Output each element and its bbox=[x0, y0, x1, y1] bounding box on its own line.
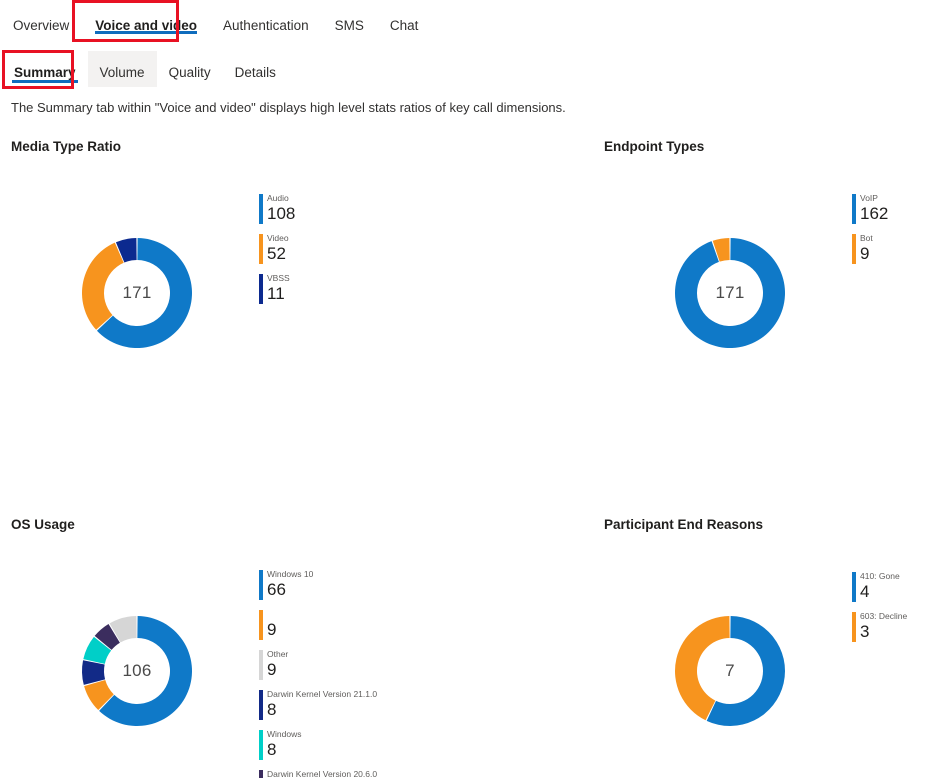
legend-swatch-icon bbox=[852, 194, 856, 224]
legend-item[interactable]: Darwin Kernel Version 21.1.0 8 bbox=[259, 689, 377, 720]
chart-panel-endpoint-types: Endpoint Types 171 VoIP 162 Bot 9 bbox=[604, 138, 936, 348]
legend-swatch-icon bbox=[259, 770, 263, 778]
chart-title-os-usage: OS Usage bbox=[11, 517, 75, 532]
legend-item[interactable]: Other 9 bbox=[259, 649, 377, 680]
legend-value: 9 bbox=[267, 660, 277, 679]
legend-value: 9 bbox=[860, 244, 870, 263]
tab-voice-and-video[interactable]: Voice and video bbox=[82, 0, 210, 42]
legend-swatch-icon bbox=[259, 194, 263, 224]
legend-value: 4 bbox=[860, 582, 870, 601]
legend-swatch-icon bbox=[852, 234, 856, 264]
legend-label: 603: Decline bbox=[860, 611, 908, 621]
legend-value: 108 bbox=[267, 204, 296, 223]
legend-swatch-icon bbox=[259, 610, 263, 640]
donut-svg bbox=[675, 238, 785, 348]
tab-authentication[interactable]: Authentication bbox=[210, 0, 322, 42]
donut-chart-media-type-ratio[interactable]: 171 bbox=[78, 234, 196, 352]
legend-value: 8 bbox=[267, 740, 277, 759]
chart-title-endpoint-types: Endpoint Types bbox=[604, 139, 705, 154]
legend-item[interactable]: Windows 10 66 bbox=[259, 569, 377, 600]
donut-chart-os-usage[interactable]: 106 bbox=[78, 612, 196, 730]
legend-swatch-icon bbox=[259, 650, 263, 680]
legend-label: Other bbox=[267, 649, 289, 659]
legend-item[interactable]: Video 52 bbox=[259, 233, 295, 264]
legend-label: Darwin Kernel Version 20.6.0 bbox=[267, 769, 378, 778]
legend-label: 410: Gone bbox=[860, 571, 900, 581]
tab-chat[interactable]: Chat bbox=[377, 0, 432, 42]
chart-legend-media-type-ratio: Audio 108 Video 52 VBSS 11 bbox=[259, 193, 295, 313]
legend-label: VoIP bbox=[860, 193, 878, 203]
legend-swatch-icon bbox=[259, 274, 263, 304]
legend-item[interactable]: Audio 108 bbox=[259, 193, 295, 224]
legend-label: Darwin Kernel Version 21.1.0 bbox=[267, 689, 378, 699]
legend-item[interactable]: 410: Gone 4 bbox=[852, 571, 907, 602]
legend-value: 52 bbox=[267, 244, 286, 263]
legend-item[interactable]: Bot 9 bbox=[852, 233, 888, 264]
legend-item[interactable]: VoIP 162 bbox=[852, 193, 888, 224]
chart-panel-media-type-ratio: Media Type Ratio 171 Audio 108 Video 52 … bbox=[11, 138, 411, 348]
secondary-tab-bar: Summary Volume Quality Details bbox=[2, 51, 288, 89]
donut-svg bbox=[81, 238, 192, 348]
donut-slice[interactable] bbox=[675, 238, 785, 348]
legend-value: 66 bbox=[267, 580, 286, 599]
donut-svg bbox=[675, 616, 785, 726]
legend-item[interactable]: Darwin Kernel Version 20.6.0 6 bbox=[259, 769, 377, 778]
summary-page: Overview Voice and video Authentication … bbox=[0, 0, 936, 778]
legend-label: Video bbox=[267, 233, 289, 243]
legend-label: Windows 10 bbox=[267, 569, 314, 579]
donut-chart-endpoint-types[interactable]: 171 bbox=[671, 234, 789, 352]
tab-overview[interactable]: Overview bbox=[0, 0, 82, 42]
legend-swatch-icon bbox=[259, 570, 263, 600]
chart-legend-os-usage: Windows 10 66 9 Other 9 Darwin Kernel Ve… bbox=[259, 569, 377, 778]
legend-label bbox=[267, 609, 377, 620]
tab-details[interactable]: Details bbox=[223, 51, 288, 87]
legend-swatch-icon bbox=[259, 730, 263, 760]
legend-label: Windows bbox=[267, 729, 302, 739]
legend-value: 11 bbox=[267, 284, 285, 303]
legend-value: 3 bbox=[860, 622, 870, 641]
legend-label: VBSS bbox=[267, 273, 290, 283]
legend-label: Bot bbox=[860, 233, 873, 243]
tab-quality[interactable]: Quality bbox=[157, 51, 223, 87]
donut-chart-participant-end-reasons[interactable]: 7 bbox=[671, 612, 789, 730]
tab-volume[interactable]: Volume bbox=[87, 51, 157, 87]
chart-panel-os-usage: OS Usage 106 Windows 10 66 9 Other 9 Dar… bbox=[11, 516, 411, 778]
chart-panel-participant-end-reasons: Participant End Reasons 7 410: Gone 4 60… bbox=[604, 516, 936, 726]
legend-item[interactable]: VBSS 11 bbox=[259, 273, 295, 304]
legend-swatch-icon bbox=[852, 612, 856, 642]
legend-item[interactable]: 603: Decline 3 bbox=[852, 611, 907, 642]
legend-item[interactable]: 9 bbox=[259, 609, 377, 640]
chart-legend-participant-end-reasons: 410: Gone 4 603: Decline 3 bbox=[852, 571, 907, 651]
tab-sms[interactable]: SMS bbox=[322, 0, 377, 42]
legend-swatch-icon bbox=[852, 572, 856, 602]
legend-value: 9 bbox=[267, 620, 277, 639]
legend-value: 8 bbox=[267, 700, 277, 719]
donut-slice[interactable] bbox=[81, 242, 124, 330]
legend-label: Audio bbox=[267, 193, 289, 203]
tab-summary[interactable]: Summary bbox=[2, 51, 88, 87]
chart-title-media-type-ratio: Media Type Ratio bbox=[11, 139, 122, 154]
legend-value: 162 bbox=[860, 204, 889, 223]
legend-swatch-icon bbox=[259, 234, 263, 264]
chart-legend-endpoint-types: VoIP 162 Bot 9 bbox=[852, 193, 888, 273]
donut-svg bbox=[82, 616, 192, 726]
chart-title-participant-end-reasons: Participant End Reasons bbox=[604, 517, 764, 532]
primary-tab-bar: Overview Voice and video Authentication … bbox=[0, 0, 431, 42]
legend-swatch-icon bbox=[259, 690, 263, 720]
legend-item[interactable]: Windows 8 bbox=[259, 729, 377, 760]
page-description: The Summary tab within "Voice and video"… bbox=[11, 100, 566, 115]
